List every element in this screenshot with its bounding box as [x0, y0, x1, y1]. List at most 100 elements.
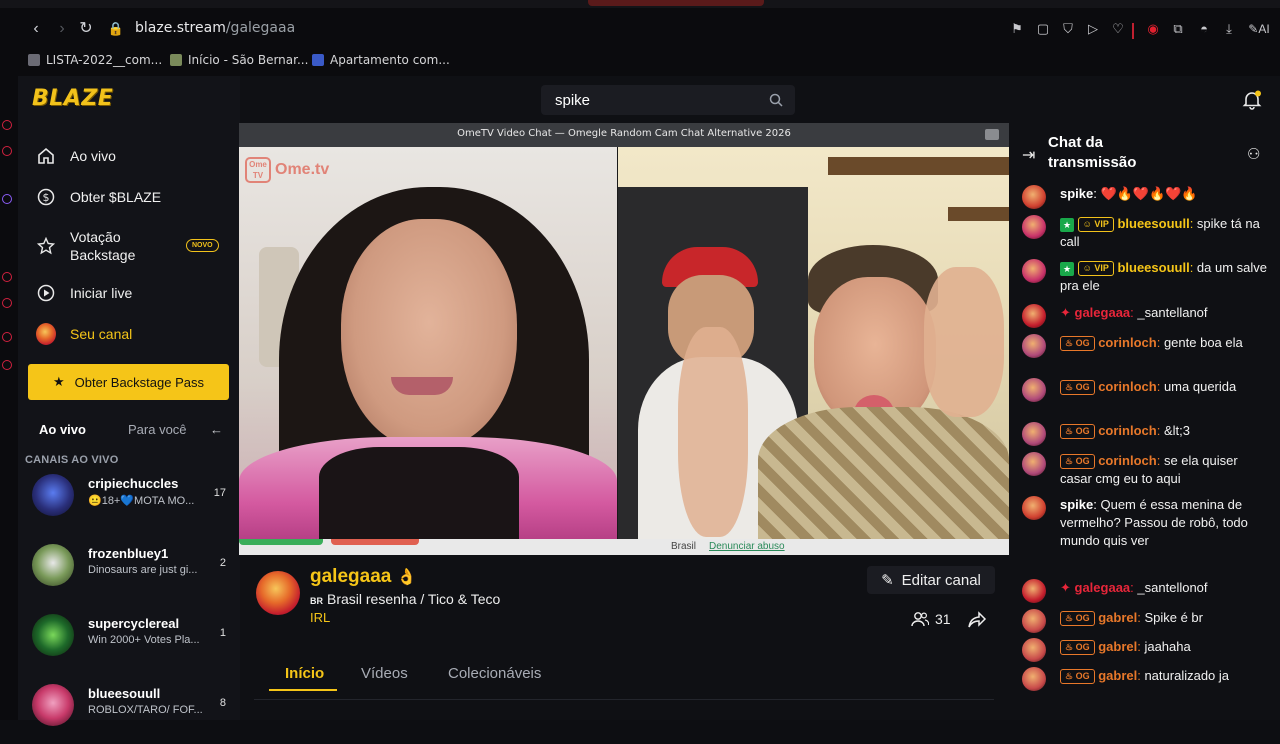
video-control-button[interactable]: [239, 539, 323, 545]
chat-avatar[interactable]: [1022, 638, 1046, 662]
chat-message-body: ★ ♨ OG gabrel: naturalizado ja: [1060, 667, 1270, 685]
chat-username[interactable]: galegaaa: [1075, 305, 1131, 320]
play-extension-icon[interactable]: ▷: [1084, 20, 1102, 38]
chat-message-body: ★ ♨ OG corinloch: &lt;3: [1060, 422, 1270, 440]
chat-username[interactable]: blueesouull: [1117, 216, 1189, 231]
heart-icon[interactable]: ♡: [1109, 20, 1127, 38]
video-control-button[interactable]: [331, 539, 419, 545]
bookmark-item[interactable]: LISTA-2022__com...: [28, 53, 162, 67]
active-tab[interactable]: [588, 0, 764, 6]
chat-avatar[interactable]: [1022, 496, 1046, 520]
live-channel-item[interactable]: supercyclereal Win 2000+ Votes Pla... 1: [18, 614, 240, 674]
chat-username[interactable]: galegaaa: [1075, 580, 1131, 595]
viewer-count: 17: [213, 487, 226, 499]
search-input[interactable]: spike: [541, 85, 795, 115]
sidebar-item-label: Seu canal: [70, 326, 133, 342]
chat-username[interactable]: gabrel: [1098, 639, 1137, 654]
chat-avatar[interactable]: [1022, 334, 1046, 358]
report-abuse-link[interactable]: Denunciar abuso: [709, 541, 785, 552]
side-panel-icon[interactable]: [2, 298, 12, 308]
url-field[interactable]: blaze.stream/galegaaa: [135, 20, 295, 36]
notification-bell-icon[interactable]: [1242, 90, 1262, 110]
chat-avatar[interactable]: [1022, 579, 1046, 603]
live-channel-item[interactable]: blueesouull ROBLOX/TARO/ FOF... 8: [18, 684, 240, 744]
chat-username[interactable]: spike: [1060, 186, 1093, 201]
chat-avatar[interactable]: [1022, 667, 1046, 691]
avatar: [36, 323, 56, 345]
sidebar-item-votacao-backstage[interactable]: Votação Backstage: [36, 228, 135, 264]
tab-colecionaveis[interactable]: Colecionáveis: [448, 665, 541, 682]
channel-avatar[interactable]: [256, 571, 300, 615]
chat-username[interactable]: corinloch: [1098, 335, 1157, 350]
bookmark-item[interactable]: Apartamento com...: [312, 53, 450, 67]
reload-icon[interactable]: ↻: [76, 19, 96, 39]
person-face: [341, 219, 517, 449]
screenshot-icon[interactable]: ▢: [1034, 20, 1052, 38]
users-icon: [911, 612, 929, 627]
chat-username[interactable]: corinloch: [1098, 423, 1157, 438]
sidebar-item-obter-blaze[interactable]: $ Obter $BLAZE: [36, 185, 161, 209]
side-panel-icon[interactable]: [2, 146, 12, 156]
chat-avatar[interactable]: [1022, 378, 1046, 402]
chat-message-body: ★ ♨ OG gabrel: Spike é br: [1060, 609, 1270, 627]
blaze-logo[interactable]: BLAZE: [32, 86, 113, 111]
tab-inicio[interactable]: Início: [285, 665, 324, 682]
novo-badge: NOVO: [186, 239, 219, 252]
chat-avatar[interactable]: [1022, 259, 1046, 283]
chat-username[interactable]: spike: [1060, 497, 1093, 512]
side-panel-icon[interactable]: [2, 120, 12, 130]
side-panel-icon[interactable]: [2, 360, 12, 370]
chat-avatar[interactable]: [1022, 304, 1046, 328]
tab-para-voce[interactable]: Para você: [128, 422, 187, 437]
side-panel-icon[interactable]: [2, 332, 12, 342]
chat-text: _santellanof: [1137, 305, 1208, 320]
side-panel-icon[interactable]: [2, 194, 12, 204]
backstage-pass-button[interactable]: ★ Obter Backstage Pass: [28, 364, 229, 400]
sidebar-item-seu-canal[interactable]: Seu canal: [36, 322, 132, 346]
ai-button[interactable]: ✎AI: [1244, 20, 1274, 38]
live-channel-item[interactable]: frozenbluey1 Dinosaurs are just gi... 2: [18, 544, 240, 604]
viewer-count: 31: [911, 611, 951, 627]
tabs-divider: [254, 699, 994, 700]
tab-ao-vivo[interactable]: Ao vivo: [39, 422, 86, 437]
video-window-title: OmeTV Video Chat — Omegle Random Cam Cha…: [457, 128, 791, 139]
bookmark-item[interactable]: Início - São Bernar...: [170, 53, 308, 67]
side-panel-icon[interactable]: [2, 272, 12, 282]
tab-videos[interactable]: Vídeos: [361, 665, 408, 682]
back-icon[interactable]: ‹: [26, 19, 46, 39]
shield-icon[interactable]: ⛉: [1059, 20, 1077, 38]
collapse-arrow-icon[interactable]: ←: [210, 422, 223, 437]
chat-username[interactable]: corinloch: [1098, 453, 1157, 468]
chat-avatar[interactable]: [1022, 422, 1046, 446]
chat-avatar[interactable]: [1022, 609, 1046, 633]
forward-icon[interactable]: ›: [52, 19, 72, 39]
chat-username[interactable]: gabrel: [1098, 610, 1137, 625]
search-icon[interactable]: [769, 93, 783, 107]
chat-avatar[interactable]: [1022, 185, 1046, 209]
chat-avatar[interactable]: [1022, 215, 1046, 239]
edit-channel-button[interactable]: ✎ Editar canal: [867, 566, 995, 594]
video-player[interactable]: OmeTV Video Chat — Omegle Random Cam Cha…: [239, 123, 1009, 555]
live-channel-item[interactable]: cripiechuccles 😐18+💙MOTA MO... 17: [18, 474, 240, 534]
sidebar-item-iniciar-live[interactable]: Iniciar live: [36, 281, 132, 305]
chat-username[interactable]: corinloch: [1098, 379, 1157, 394]
bookmark-icon[interactable]: ⚑: [1008, 20, 1026, 38]
record-icon[interactable]: ◉: [1144, 20, 1162, 38]
profile-icon[interactable]: ◓: [1195, 20, 1213, 38]
window-control-icon[interactable]: [985, 129, 999, 140]
sidebar-item-ao-vivo[interactable]: Ao vivo: [36, 144, 116, 168]
extensions-icon[interactable]: ⧉: [1169, 20, 1187, 38]
chat-username[interactable]: blueesouull: [1117, 260, 1189, 275]
verified-icon: 👌: [396, 569, 417, 586]
collapse-chat-icon[interactable]: ⇥: [1022, 145, 1035, 165]
home-icon: [36, 146, 56, 166]
share-icon[interactable]: [967, 611, 987, 629]
chat-avatar[interactable]: [1022, 452, 1046, 476]
chat-users-icon[interactable]: ⚇: [1247, 145, 1260, 163]
channel-name[interactable]: galegaaa 👌: [310, 566, 417, 588]
download-icon[interactable]: ⤓: [1220, 20, 1238, 38]
person-mouth: [391, 377, 453, 395]
chat-username[interactable]: gabrel: [1098, 668, 1137, 683]
stream-category[interactable]: IRL: [310, 610, 330, 625]
site-info-icon[interactable]: 🔒: [106, 19, 126, 39]
